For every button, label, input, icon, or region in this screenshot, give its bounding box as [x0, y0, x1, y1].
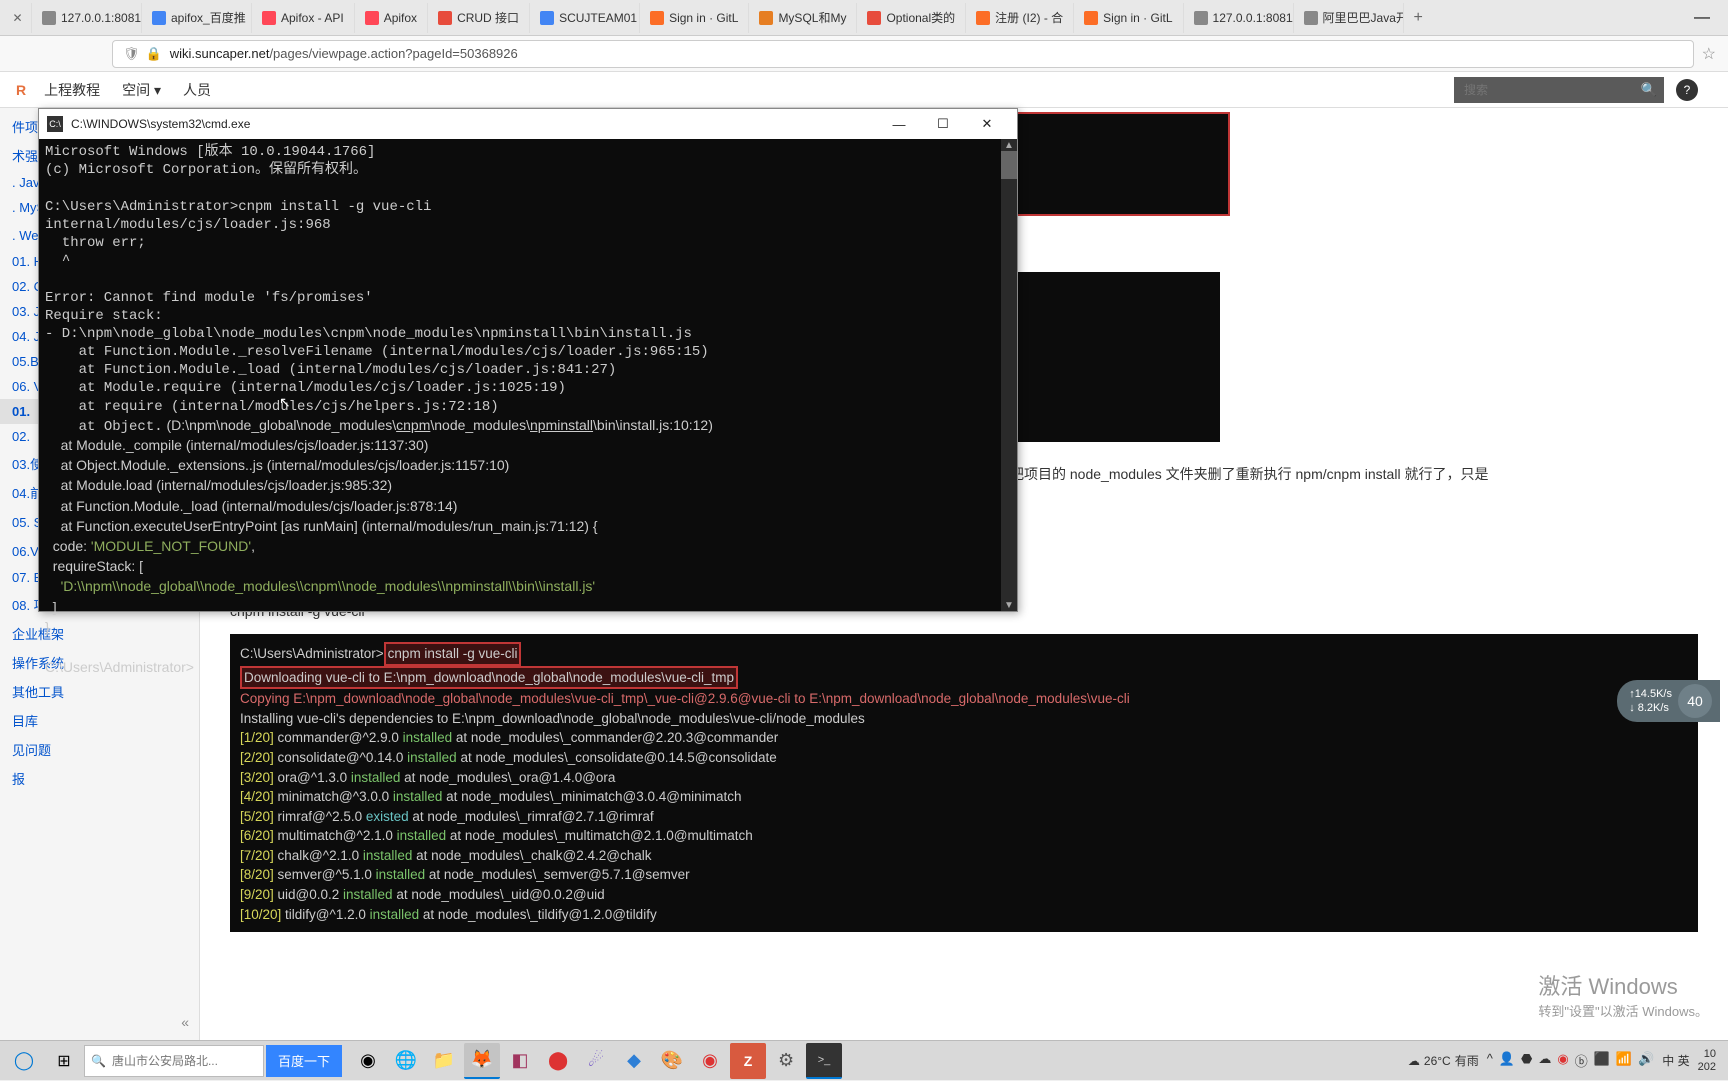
cmd-minimize-button[interactable]: —	[877, 109, 921, 139]
baidu-search-button[interactable]: 百度一下	[266, 1045, 342, 1077]
wiki-header: R 上程教程 空间 ▾ 人员 🔍 ?	[0, 72, 1728, 108]
app-record[interactable]: ⬤	[540, 1043, 576, 1079]
app-settings[interactable]: ⚙	[768, 1043, 804, 1079]
sidebar-item[interactable]: 企业框架	[0, 619, 199, 648]
wiki-search: 🔍 ?	[1454, 77, 1712, 103]
app-intellij[interactable]: ◧	[502, 1043, 538, 1079]
scroll-up-icon[interactable]: ▲	[1001, 139, 1017, 151]
tray-volume-icon[interactable]: 🔊	[1638, 1051, 1654, 1070]
tray-people-icon[interactable]: 👤	[1499, 1051, 1515, 1070]
browser-tab[interactable]: Sign in · GitL	[640, 3, 749, 33]
app-firefox[interactable]: 🦊	[464, 1043, 500, 1079]
weather-temp: 26°C	[1424, 1054, 1451, 1068]
speed-percent: 40	[1678, 684, 1712, 718]
wiki-nav: 上程教程 空间 ▾ 人员	[44, 80, 211, 100]
upload-speed: ↑14.5K/s	[1629, 687, 1672, 701]
app-cortana[interactable]: ◉	[350, 1043, 386, 1079]
browser-tab[interactable]: Sign in · GitL	[1074, 3, 1183, 33]
wiki-nav-item[interactable]: 上程教程	[44, 80, 100, 100]
new-tab-button[interactable]: +	[1404, 9, 1433, 27]
app-red[interactable]: ◉	[692, 1043, 728, 1079]
app-paint[interactable]: 🎨	[654, 1043, 690, 1079]
sidebar-item[interactable]: 其他工具	[0, 677, 199, 706]
system-tray: ☁ 26°C 有雨 ^ 👤 ⬣ ☁ ◉ ⓑ ⬛ 📶 🔊 中 英 10 202	[1408, 1048, 1724, 1072]
sidebar-item[interactable]: 见问题	[0, 735, 199, 764]
task-view-button[interactable]: ⊞	[44, 1041, 84, 1081]
cmd-maximize-button[interactable]: ☐	[921, 109, 965, 139]
browser-tab[interactable]: 127.0.0.1:8081/a	[1184, 3, 1294, 33]
wiki-logo[interactable]: R	[16, 82, 26, 98]
taskbar-apps: ◉ 🌐 📁 🦊 ◧ ⬤ ☄ ◆ 🎨 ◉ Z ⚙ >_	[350, 1043, 842, 1079]
lock-icon: 🔒	[146, 46, 162, 62]
cmd-output[interactable]: Microsoft Windows [版本 10.0.19044.1766] (…	[39, 139, 1017, 611]
tray-bluetooth-icon[interactable]: ⓑ	[1575, 1051, 1588, 1070]
url-host: wiki.suncaper.net	[170, 46, 270, 61]
cmd-window: C:\ C:\WINDOWS\system32\cmd.exe — ☐ ✕ Mi…	[38, 108, 1018, 612]
cmd-scrollbar[interactable]: ▲ ▼	[1001, 139, 1017, 611]
app-explorer[interactable]: 📁	[426, 1043, 462, 1079]
wiki-nav-item[interactable]: 空间 ▾	[122, 80, 161, 100]
browser-tab[interactable]: 阿里巴巴Java开发	[1294, 3, 1404, 33]
tray-shield-icon[interactable]: ⬣	[1521, 1051, 1532, 1070]
url-path: /pages/viewpage.action?pageId=50368926	[269, 46, 517, 61]
download-speed: ↓ 8.2K/s	[1629, 701, 1672, 715]
url-field[interactable]: 🛡 🔒 wiki.suncaper.net/pages/viewpage.act…	[112, 40, 1694, 68]
browser-tab[interactable]: MySQL和My	[749, 3, 857, 33]
tray-up-icon[interactable]: ^	[1487, 1051, 1493, 1070]
start-button[interactable]: ◯	[4, 1041, 44, 1081]
browser-tab[interactable]: Apifox - API	[252, 3, 355, 33]
mouse-cursor-icon: ↖	[279, 393, 291, 411]
app-z[interactable]: Z	[730, 1043, 766, 1079]
address-bar: 🛡 🔒 wiki.suncaper.net/pages/viewpage.act…	[0, 36, 1728, 72]
cmd-titlebar[interactable]: C:\ C:\WINDOWS\system32\cmd.exe — ☐ ✕	[39, 109, 1017, 139]
browser-tab[interactable]: 注册 (I2) - 合	[966, 3, 1074, 33]
search-text: 唐山市公安局路北...	[112, 1052, 218, 1069]
activate-subtitle: 转到"设置"以激活 Windows。	[1538, 1001, 1708, 1020]
activate-windows-watermark: 激活 Windows 转到"设置"以激活 Windows。	[1538, 969, 1708, 1020]
sidebar-item[interactable]: 报	[0, 764, 199, 793]
app-edge[interactable]: 🌐	[388, 1043, 424, 1079]
wiki-nav-item[interactable]: 人员	[183, 80, 211, 100]
taskbar: ◯ ⊞ 🔍 唐山市公安局路北... 百度一下 ◉ 🌐 📁 🦊 ◧ ⬤ ☄ ◆ 🎨…	[0, 1040, 1728, 1080]
browser-tab[interactable]: Optional类的	[857, 3, 966, 33]
browser-tab[interactable]: SCUJTEAM01	[530, 3, 640, 33]
tray-onedrive-icon[interactable]: ☁	[1538, 1051, 1551, 1070]
weather-icon: ☁	[1408, 1054, 1420, 1068]
browser-minimize[interactable]: —	[1680, 9, 1724, 27]
sidebar-collapse-button[interactable]: «	[181, 1014, 189, 1030]
sidebar-item[interactable]: 目库	[0, 706, 199, 735]
weather-widget[interactable]: ☁ 26°C 有雨	[1408, 1052, 1479, 1069]
browser-tab[interactable]: CRUD 接口	[428, 3, 530, 33]
activate-title: 激活 Windows	[1538, 969, 1708, 1001]
app-purple[interactable]: ☄	[578, 1043, 614, 1079]
search-icon: 🔍	[91, 1054, 106, 1068]
network-speed-badge[interactable]: ↑14.5K/s ↓ 8.2K/s 40	[1617, 680, 1720, 722]
terminal-output-install: C:\Users\Administrator>cnpm install -g v…	[230, 634, 1698, 932]
wiki-search-input[interactable]	[1454, 77, 1634, 103]
help-icon[interactable]: ?	[1676, 79, 1698, 101]
tray-wifi-icon[interactable]: 📶	[1616, 1051, 1632, 1070]
clock[interactable]: 10 202	[1698, 1048, 1716, 1072]
ime-indicator[interactable]: 中 英	[1662, 1052, 1689, 1069]
bookmark-star-icon[interactable]: ☆	[1702, 44, 1716, 64]
shield-icon: 🛡	[123, 46, 140, 62]
scroll-down-icon[interactable]: ▼	[1001, 599, 1017, 611]
scroll-thumb[interactable]	[1001, 151, 1017, 179]
cmd-close-button[interactable]: ✕	[965, 109, 1009, 139]
browser-tab[interactable]: apifox_百度推	[142, 3, 252, 33]
app-cmd[interactable]: >_	[806, 1043, 842, 1079]
tray-icons[interactable]: ^ 👤 ⬣ ☁ ◉ ⓑ ⬛ 📶 🔊	[1487, 1051, 1655, 1070]
close-all-tabs[interactable]: ✕	[4, 3, 32, 33]
weather-desc: 有雨	[1455, 1052, 1479, 1069]
taskbar-search[interactable]: 🔍 唐山市公安局路北...	[84, 1045, 264, 1077]
cmd-icon: C:\	[47, 116, 63, 132]
cmd-title-text: C:\WINDOWS\system32\cmd.exe	[71, 117, 250, 131]
tray-app-icon[interactable]: ◉	[1557, 1051, 1568, 1070]
browser-tab-strip: ✕ 127.0.0.1:8081/apapifox_百度推Apifox - AP…	[0, 0, 1728, 36]
browser-tab[interactable]: Apifox	[355, 3, 428, 33]
browser-tab[interactable]: 127.0.0.1:8081/ap	[32, 3, 142, 33]
wiki-search-button[interactable]: 🔍	[1634, 77, 1664, 103]
tray-app2-icon[interactable]: ⬛	[1594, 1051, 1610, 1070]
app-blue[interactable]: ◆	[616, 1043, 652, 1079]
